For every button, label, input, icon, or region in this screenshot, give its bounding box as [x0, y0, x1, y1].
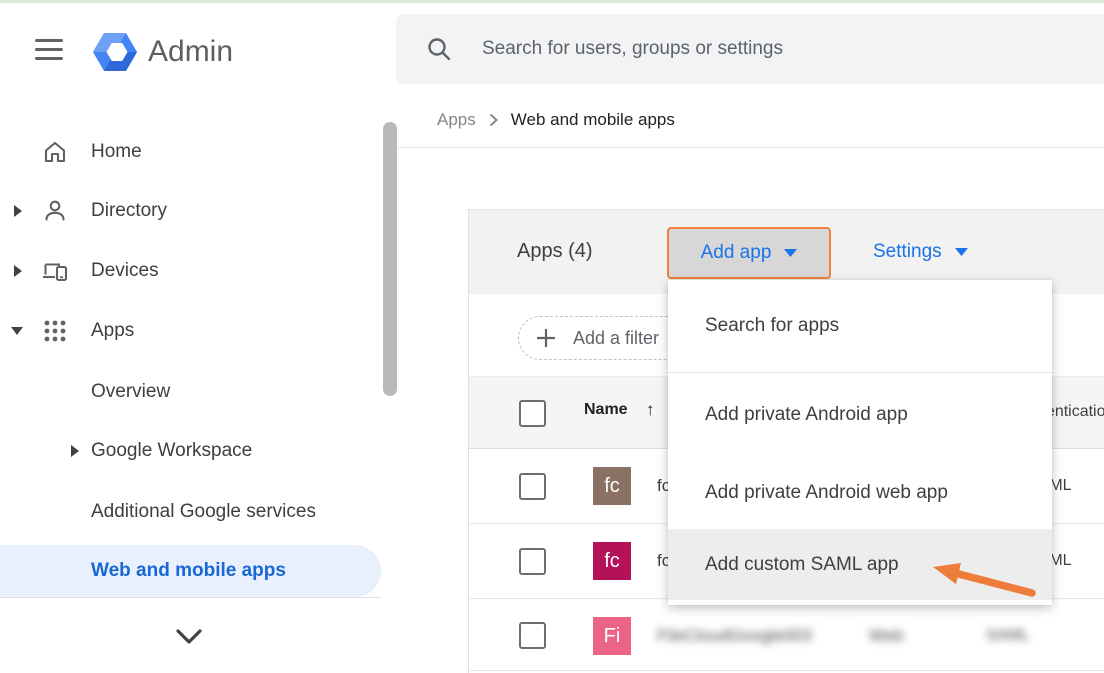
add-filter-label: Add a filter	[573, 328, 659, 349]
google-admin-logo-icon[interactable]	[93, 30, 137, 74]
sidebar-item-apps[interactable]: Apps	[0, 307, 381, 355]
sidebar-scrollbar-thumb[interactable]	[383, 122, 397, 396]
sidebar-item-label: Home	[91, 141, 142, 163]
sidebar-item-label: Apps	[91, 320, 134, 342]
admin-wordmark: Admin	[148, 35, 233, 69]
app-avatar: fc	[593, 542, 631, 580]
devices-icon	[42, 258, 68, 284]
row-checkbox[interactable]	[519, 548, 546, 575]
breadcrumb: Apps Web and mobile apps	[437, 110, 675, 130]
app-name-cell-redacted: FileCloudGoogle003	[657, 626, 812, 646]
add-app-label: Add app	[701, 242, 772, 264]
expand-right-icon	[13, 205, 23, 217]
row-checkbox[interactable]	[519, 473, 546, 500]
sidebar-item-additional-google-services[interactable]: Additional Google services	[0, 488, 381, 536]
hamburger-icon	[35, 39, 63, 42]
apps-grid-icon	[42, 318, 68, 344]
menu-item-add-private-android-app[interactable]: Add private Android app	[668, 373, 1052, 456]
menu-item-search-for-apps[interactable]: Search for apps	[668, 280, 1052, 372]
search-input[interactable]	[480, 37, 1104, 61]
sidebar-item-web-and-mobile-apps[interactable]: Web and mobile apps	[0, 545, 381, 597]
search-bar[interactable]	[396, 14, 1104, 84]
sidebar-item-label: Overview	[91, 381, 170, 403]
sidebar-item-google-workspace[interactable]: Google Workspace	[0, 427, 381, 475]
menu-item-add-private-android-web-app[interactable]: Add private Android web app	[668, 456, 1052, 529]
row-checkbox[interactable]	[519, 622, 546, 649]
app-platform-cell-redacted: Web	[869, 626, 904, 646]
sort-ascending-icon: ↑	[646, 400, 655, 420]
breadcrumb-current: Web and mobile apps	[511, 110, 675, 130]
breadcrumb-apps-link[interactable]: Apps	[437, 110, 476, 130]
apps-count-title: Apps (4)	[517, 240, 593, 263]
scroll-down-chevron-icon[interactable]	[172, 626, 206, 648]
sidebar-item-label: Devices	[91, 260, 159, 282]
plus-icon	[536, 328, 556, 348]
header-divider	[398, 147, 1104, 148]
sidebar-item-label: Additional Google services	[91, 501, 316, 523]
main-menu-button[interactable]	[35, 39, 63, 60]
dropdown-caret-icon	[955, 248, 968, 256]
expand-down-icon	[11, 325, 23, 337]
app-auth-cell-redacted: SAML	[986, 627, 1030, 645]
sidebar-item-directory[interactable]: Directory	[0, 187, 381, 235]
settings-label: Settings	[873, 241, 942, 263]
search-icon	[426, 36, 452, 62]
sidebar-item-label: Web and mobile apps	[91, 560, 286, 582]
home-icon	[42, 139, 68, 165]
app-avatar: Fi	[593, 617, 631, 655]
sidebar-divider	[0, 597, 381, 598]
sidebar-item-home[interactable]: Home	[0, 128, 381, 176]
person-icon	[42, 198, 68, 224]
dropdown-caret-icon	[784, 249, 797, 257]
window-edge-strip	[0, 0, 1104, 3]
table-row[interactable]: Fi FileCloudGoogle003 Web SAML	[469, 599, 1104, 671]
chevron-right-icon	[489, 113, 498, 127]
sidebar-item-devices[interactable]: Devices	[0, 247, 381, 295]
annotation-arrow-icon	[925, 555, 1040, 603]
add-app-button[interactable]: Add app	[667, 227, 831, 279]
select-all-checkbox[interactable]	[519, 400, 546, 427]
name-column-header[interactable]: Name	[584, 401, 628, 419]
expand-right-icon	[70, 445, 80, 457]
sidebar-item-label: Directory	[91, 200, 167, 222]
sidebar-item-label: Google Workspace	[91, 440, 252, 462]
admin-console-page: Admin Apps Web and mobile apps Home Dire…	[0, 0, 1104, 673]
app-avatar: fc	[593, 467, 631, 505]
expand-right-icon	[13, 265, 23, 277]
sidebar-item-overview[interactable]: Overview	[0, 368, 381, 416]
